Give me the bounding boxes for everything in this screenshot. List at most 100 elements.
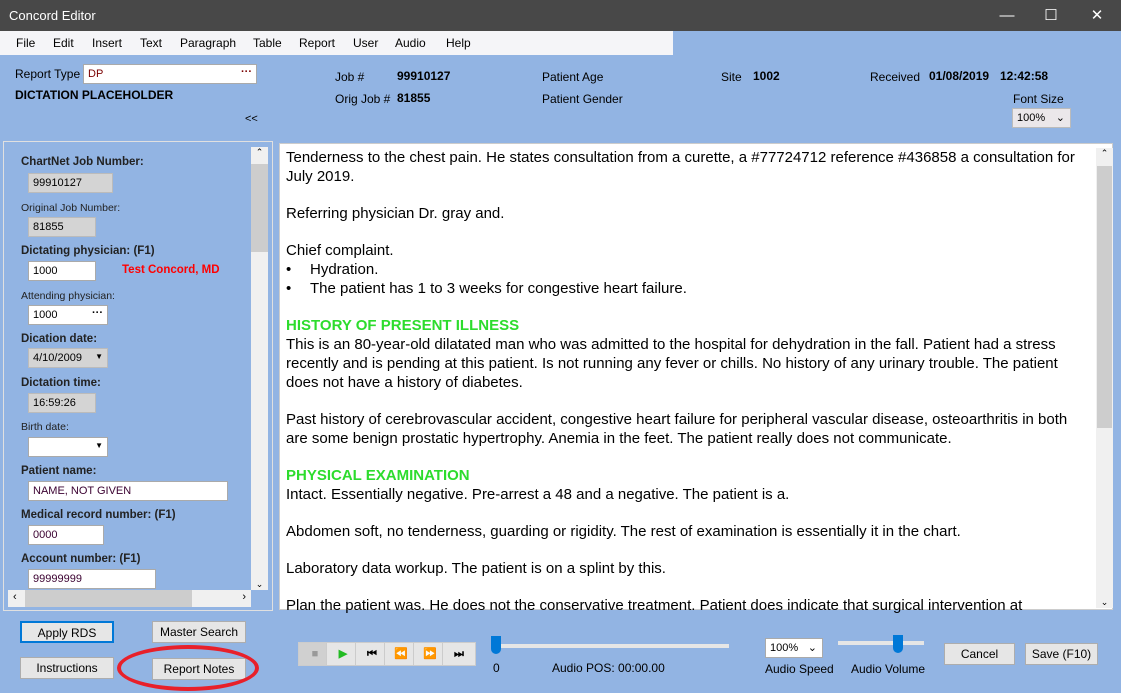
skip-end-icon: ⏭ [454, 648, 464, 660]
menu-user[interactable]: User [353, 36, 378, 50]
attending-physician-label: Attending physician: [21, 290, 115, 302]
paragraph: This is an 80-year-old dilatated man who… [286, 336, 1058, 391]
chartnet-label: ChartNet Job Number: [21, 156, 144, 168]
account-input[interactable]: 99999999 [28, 569, 156, 589]
highlight-circle [117, 645, 259, 691]
mrn-input[interactable]: 0000 [28, 525, 104, 545]
scroll-thumb[interactable] [251, 164, 268, 252]
audio-volume-thumb[interactable] [893, 635, 904, 653]
report-type-input[interactable]: DP ··· [83, 64, 257, 84]
apply-rds-button[interactable]: Apply RDS [20, 621, 114, 643]
site-value: 1002 [753, 69, 780, 83]
menu-help[interactable]: Help [446, 36, 471, 50]
report-type-value: DP [88, 68, 104, 80]
audio-position-slider[interactable] [492, 644, 729, 648]
horizontal-scrollbar[interactable]: ‹ › [8, 590, 251, 607]
cancel-button[interactable]: Cancel [944, 643, 1015, 665]
dropdown-arrow-icon: ▼ [95, 441, 103, 450]
job-details-panel: ChartNet Job Number: 99910127 Original J… [3, 141, 273, 611]
dictation-date-picker[interactable]: 4/10/2009 ▼ [28, 348, 108, 368]
document-body[interactable]: Tenderness to the chest pain. He states … [286, 148, 1086, 633]
menu-insert[interactable]: Insert [92, 36, 122, 50]
collapse-button[interactable]: << [245, 113, 258, 125]
chevron-down-icon: ⌄ [1055, 112, 1065, 124]
skip-start-icon: ⏮ [367, 648, 377, 660]
chevron-down-icon: ⌄ [807, 642, 817, 654]
audio-volume-label: Audio Volume [851, 662, 926, 676]
report-editor[interactable]: Tenderness to the chest pain. He states … [279, 143, 1113, 614]
font-size-select[interactable]: 100% ⌄ [1012, 108, 1071, 128]
dictation-time-label: Dictation time: [21, 377, 101, 389]
maximize-button[interactable]: ☐ [1028, 0, 1074, 31]
audio-speed-label: Audio Speed [765, 662, 834, 676]
received-label: Received [870, 70, 921, 84]
menu-file[interactable]: File [16, 36, 35, 50]
rewind-icon: ⏪ [394, 648, 408, 660]
report-type-label: Report Type [15, 67, 81, 81]
audio-volume-slider[interactable] [838, 641, 924, 645]
audio-position-value: 0 [493, 661, 500, 675]
orig-job-label: Orig Job # [335, 92, 391, 106]
scroll-up-icon[interactable]: ⌃ [1096, 148, 1113, 159]
stop-icon: ■ [311, 648, 319, 660]
menu-audio[interactable]: Audio [395, 36, 426, 50]
title-bar: Concord Editor — ☐ ✕ [0, 0, 1121, 31]
paragraph: Referring physician Dr. gray and. [286, 205, 505, 222]
patient-name-label: Patient name: [21, 465, 97, 477]
orig-job-field: 81855 [28, 217, 96, 237]
menu-edit[interactable]: Edit [53, 36, 74, 50]
scroll-left-icon[interactable]: ‹ [13, 591, 17, 603]
scroll-up-icon[interactable]: ⌃ [251, 147, 268, 158]
menu-paragraph[interactable]: Paragraph [180, 36, 236, 50]
chartnet-field: 99910127 [28, 173, 113, 193]
scroll-right-icon[interactable]: › [242, 591, 246, 603]
list-item: The patient has 1 to 3 weeks for congest… [286, 279, 1086, 298]
site-label: Site [721, 70, 742, 84]
ellipsis-icon[interactable]: ··· [92, 307, 103, 319]
section-heading: HISTORY OF PRESENT ILLNESS [286, 317, 520, 334]
paragraph: Plan the patient was. He does not the co… [286, 597, 1023, 614]
paragraph: Laboratory data workup. The patient is o… [286, 560, 666, 577]
list-item-text: The patient has 1 to 3 weeks for congest… [310, 280, 687, 297]
instructions-button[interactable]: Instructions [20, 657, 114, 679]
audio-position-thumb[interactable] [491, 636, 501, 654]
patient-age-label: Patient Age [542, 70, 604, 84]
received-time: 12:42:58 [1000, 69, 1049, 83]
patient-name-input[interactable]: NAME, NOT GIVEN [28, 481, 228, 501]
job-label: Job # [335, 70, 365, 84]
menu-text[interactable]: Text [140, 36, 162, 50]
scroll-thumb[interactable] [1097, 166, 1112, 428]
dictation-date-label: Dication date: [21, 333, 98, 345]
audio-speed-value: 100% [770, 642, 799, 654]
menu-report[interactable]: Report [299, 36, 335, 50]
orig-job-value: 81855 [397, 91, 431, 105]
vertical-scrollbar[interactable]: ⌃ ⌄ [251, 147, 268, 590]
audio-speed-select[interactable]: 100% ⌄ [765, 638, 823, 658]
paragraph: Tenderness to the chest pain. He states … [286, 149, 1075, 185]
scroll-down-icon[interactable]: ⌄ [251, 579, 268, 590]
minimize-button[interactable]: — [984, 0, 1030, 31]
menu-table[interactable]: Table [253, 36, 282, 50]
ellipsis-icon[interactable]: ··· [241, 66, 252, 78]
scroll-down-icon[interactable]: ⌄ [1096, 597, 1113, 608]
font-size-value: 100% [1017, 112, 1046, 124]
birth-date-picker[interactable]: ▼ [28, 437, 108, 457]
menu-bar: File Edit Insert Text Paragraph Table Re… [0, 31, 673, 55]
audio-pos-label: Audio POS: 00:00.00 [552, 661, 665, 675]
skip-end-button[interactable]: ⏭ [442, 642, 476, 666]
attending-physician-input[interactable]: 1000 ··· [28, 305, 108, 325]
dictating-physician-label: Dictating physician: (F1) [21, 245, 155, 257]
close-button[interactable]: ✕ [1074, 0, 1120, 31]
report-type-desc: DICTATION PLACEHOLDER [15, 88, 174, 102]
orig-job-label: Original Job Number: [21, 202, 121, 214]
editor-scrollbar[interactable]: ⌃ ⌄ [1096, 148, 1113, 608]
font-size-label: Font Size [1013, 92, 1064, 106]
save-button[interactable]: Save (F10) [1025, 643, 1098, 665]
master-search-button[interactable]: Master Search [152, 621, 246, 643]
play-icon: ▶ [338, 648, 348, 660]
list-item: Hydration. [286, 260, 1086, 279]
paragraph: Past history of cerebrovascular accident… [286, 411, 1068, 447]
dictation-time-field: 16:59:26 [28, 393, 96, 413]
dictating-physician-input[interactable]: 1000 [28, 261, 96, 281]
hscroll-thumb[interactable] [25, 590, 192, 607]
